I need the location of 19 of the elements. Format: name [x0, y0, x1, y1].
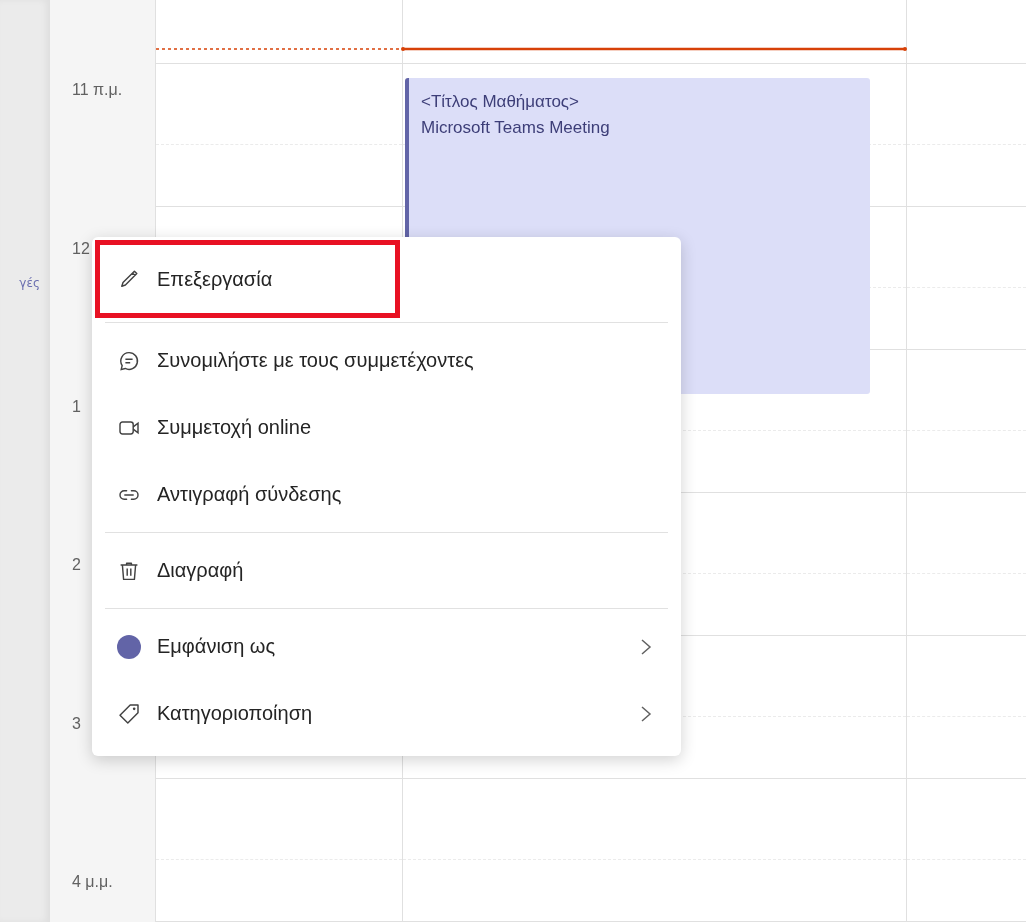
- hour-label: 11 π.μ.: [72, 81, 123, 99]
- chevron-right-icon: [639, 636, 653, 657]
- hour-label: 4 μ.μ.: [72, 873, 113, 891]
- menu-item[interactable]: Συμμετοχή online: [92, 394, 681, 461]
- hour-label: 2: [72, 556, 81, 574]
- status-dot: [117, 634, 141, 659]
- hour-label: 1: [72, 398, 81, 416]
- event-title: <Τίτλος Μαθήματος>: [421, 92, 580, 112]
- sidebar-label: γές: [19, 276, 40, 290]
- hour-label: 3: [72, 714, 81, 732]
- chevron-right-icon: [639, 703, 653, 724]
- menu-item[interactable]: Αντιγραφή σύνδεσης: [92, 461, 681, 528]
- menu-item[interactable]: Διαγραφή: [92, 537, 681, 604]
- event-subtitle: Microsoft Teams Meeting: [421, 118, 611, 138]
- hour-label: 12: [72, 239, 90, 257]
- menu-item[interactable]: Κατηγοριοποίηση: [92, 680, 681, 747]
- menu-item[interactable]: Επεξεργασία: [95, 240, 400, 318]
- menu-item[interactable]: Εμφάνιση ως: [92, 613, 681, 680]
- tag-icon: [117, 701, 141, 726]
